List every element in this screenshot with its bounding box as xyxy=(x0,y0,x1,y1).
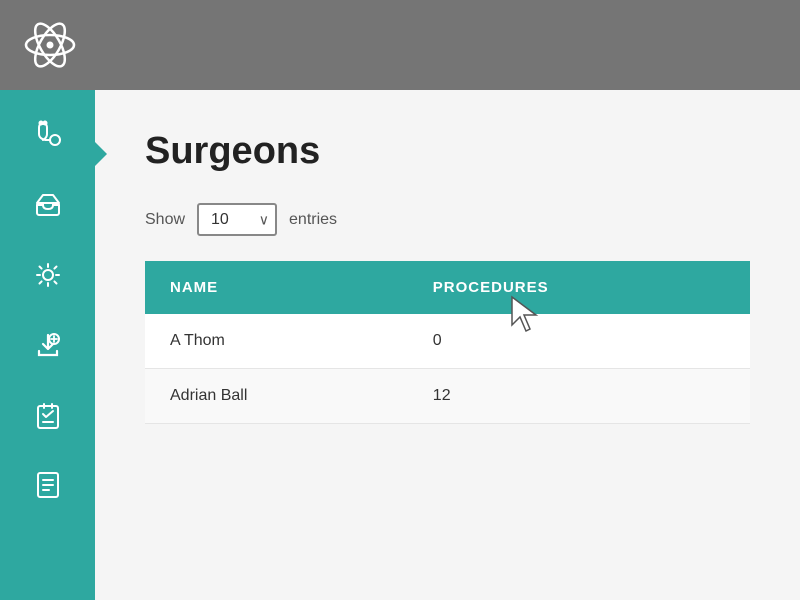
content-area: Surgeons Show 10 25 50 100 entries NAME … xyxy=(95,90,800,600)
col-name: NAME xyxy=(145,261,408,314)
sidebar xyxy=(0,90,95,600)
sidebar-item-report[interactable] xyxy=(23,460,73,510)
clipboard-icon xyxy=(35,401,61,429)
sidebar-item-inbox[interactable] xyxy=(23,180,73,230)
page-title: Surgeons xyxy=(145,130,750,173)
table-row: Adrian Ball12 xyxy=(145,369,750,424)
gear-icon xyxy=(34,261,62,289)
cell-surgeon-name: A Thom xyxy=(145,314,408,369)
cell-procedures: 0 xyxy=(408,314,750,369)
sidebar-item-stethoscope[interactable] xyxy=(23,110,73,160)
main-layout: Surgeons Show 10 25 50 100 entries NAME … xyxy=(0,90,800,600)
sidebar-item-download[interactable] xyxy=(23,320,73,370)
entries-select[interactable]: 10 25 50 100 xyxy=(197,203,277,236)
col-procedures: PROCEDURES xyxy=(408,261,750,314)
show-label: Show xyxy=(145,211,185,229)
header-row: NAME PROCEDURES xyxy=(145,261,750,314)
top-bar xyxy=(0,0,800,90)
cell-procedures: 12 xyxy=(408,369,750,424)
cell-surgeon-name: Adrian Ball xyxy=(145,369,408,424)
entries-select-wrapper[interactable]: 10 25 50 100 xyxy=(197,203,277,236)
table-body: A Thom0Adrian Ball12 xyxy=(145,314,750,424)
sidebar-item-settings[interactable] xyxy=(23,250,73,300)
atom-icon xyxy=(24,19,76,71)
table-row: A Thom0 xyxy=(145,314,750,369)
stethoscope-icon xyxy=(33,120,63,150)
download-icon xyxy=(34,331,62,359)
inbox-icon xyxy=(34,191,62,219)
sidebar-item-clipboard[interactable] xyxy=(23,390,73,440)
sidebar-arrow xyxy=(93,140,107,168)
surgeons-table: NAME PROCEDURES A Thom0Adrian Ball12 xyxy=(145,261,750,424)
table-header: NAME PROCEDURES xyxy=(145,261,750,314)
entries-label: entries xyxy=(289,211,337,229)
report-icon xyxy=(35,471,61,499)
logo xyxy=(20,15,80,75)
entries-control: Show 10 25 50 100 entries xyxy=(145,203,750,236)
